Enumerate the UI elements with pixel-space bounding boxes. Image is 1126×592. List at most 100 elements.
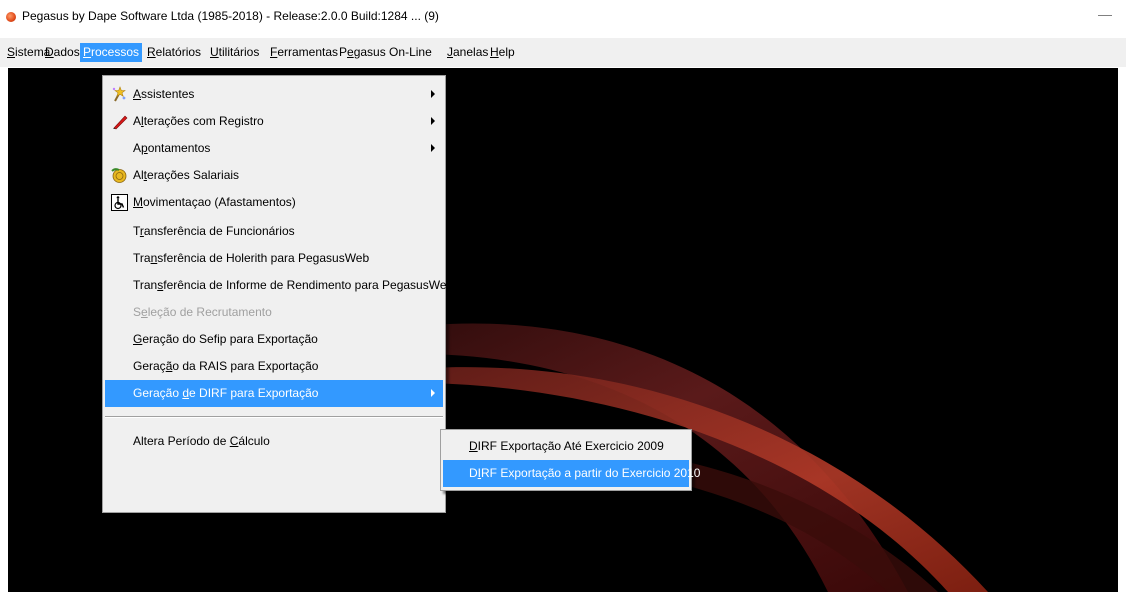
menu-item-label: Altera Período de Cálculo [133, 428, 270, 455]
menu-item-alteracoes-com-registro[interactable]: Alterações com Registro [105, 108, 443, 135]
mnemonic-letter: p [141, 141, 148, 155]
label-prefix: P [339, 45, 348, 59]
pencil-icon [111, 113, 128, 130]
menu-item-geracao-rais[interactable]: Geração da RAIS para Exportação [105, 353, 443, 380]
label-rest: erramentas [277, 45, 339, 59]
mnemonic-letter: A [133, 87, 142, 101]
label-prefix: S [133, 305, 142, 319]
label-prefix: A [133, 114, 142, 128]
label-rest: gasus On-Line [353, 45, 432, 59]
label-rest: terações com Registro [143, 114, 264, 128]
minimize-button[interactable]: — [1098, 6, 1112, 22]
menu-utilitarios[interactable]: Utilitários [207, 44, 262, 61]
mnemonic-letter: e [347, 45, 354, 59]
menu-item-label: Movimentaçao (Afastamentos) [133, 189, 296, 216]
label-rest: RF Exportação a partir do Exercicio 2010 [481, 466, 701, 480]
menu-pegasus-online[interactable]: Pegasus On-Line [336, 44, 435, 61]
submenu-arrow-icon [431, 90, 435, 98]
mnemonic-letter: e [141, 305, 148, 319]
label-rest: ontamentos [147, 141, 211, 155]
menu-ferramentas[interactable]: Ferramentas [267, 44, 341, 61]
label-prefix: Geração [133, 386, 183, 400]
menu-item-label: Alterações com Registro [133, 108, 264, 135]
label-rest: eração do Sefip para Exportação [142, 332, 318, 346]
menu-item-label: Assistentes [133, 81, 194, 108]
app-logo-icon [6, 12, 16, 22]
menu-dados[interactable]: Dados [42, 44, 83, 61]
menu-item-label: Transferência de Holerith para PegasusWe… [133, 245, 369, 272]
submenu-arrow-icon [431, 117, 435, 125]
label-rest: IRF Exportação Até Exercicio 2009 [477, 439, 664, 453]
submenu-arrow-icon [431, 144, 435, 152]
menu-item-label: Seleção de Recrutamento [133, 299, 272, 326]
mnemonic-letter: U [210, 45, 219, 59]
label-rest: sferência de Holerith para PegasusWeb [157, 251, 370, 265]
wizard-icon [111, 86, 128, 103]
menu-item-selecao-recrutamento: Seleção de Recrutamento [105, 299, 443, 326]
submenu-arrow-icon [431, 389, 435, 397]
mnemonic-letter: H [490, 45, 499, 59]
menu-bar: Sistema Dados Processos Relatórios Utilitári… [0, 38, 1126, 67]
menu-item-label: Geração do Sefip para Exportação [133, 326, 318, 353]
mnemonic-letter: G [133, 332, 143, 346]
title-bar: Pegasus by Dape Software Ltda (1985-2018… [0, 0, 1126, 38]
menu-item-label: Transferência de Funcionários [133, 218, 295, 245]
label-prefix: Tran [133, 278, 158, 292]
label-rest: erações Salariais [147, 168, 240, 182]
menu-item-alteracoes-salariais[interactable]: Alterações Salariais [105, 162, 443, 189]
label-prefix: Altera Período de [133, 434, 230, 448]
menu-item-label: Apontamentos [133, 135, 210, 162]
label-rest: o da RAIS para Exportação [172, 359, 319, 373]
menu-item-transferencia-informe-rendimento[interactable]: Transferência de Informe de Rendimento p… [105, 272, 453, 299]
label-rest: ansferência de Funcionários [143, 224, 295, 238]
submenu-item-label: DIRF Exportação a partir do Exercicio 20… [469, 460, 700, 487]
submenu-item-dirf-ate-2009[interactable]: DIRF Exportação Até Exercicio 2009 [443, 433, 689, 460]
mnemonic-letter: D [45, 45, 54, 59]
menu-item-label: Geração da RAIS para Exportação [133, 353, 318, 380]
wheelchair-icon [111, 194, 128, 211]
menu-item-label: Transferência de Informe de Rendimento p… [133, 272, 453, 299]
menu-janelas[interactable]: Janelas [444, 44, 491, 61]
label-rest: rocessos [91, 45, 140, 59]
label-prefix: Tra [133, 251, 151, 265]
mnemonic-letter: P [83, 45, 92, 59]
menu-help[interactable]: Help [487, 44, 518, 61]
menu-processos[interactable]: Processos [80, 43, 143, 62]
label-rest: elp [498, 45, 515, 59]
menu-separator [105, 416, 443, 418]
label-rest: e DIRF para Exportação [189, 386, 319, 400]
label-prefix: T [133, 224, 140, 238]
label-rest: ssistentes [141, 87, 195, 101]
label-rest: ovimentaçao (Afastamentos) [143, 195, 296, 209]
menu-item-label: Geração de DIRF para Exportação [133, 380, 318, 407]
menu-item-geracao-dirf[interactable]: Geração de DIRF para Exportação [105, 380, 443, 407]
submenu-item-label: DIRF Exportação Até Exercicio 2009 [469, 433, 664, 460]
label-prefix: Geraç [133, 359, 166, 373]
label-prefix: A [133, 141, 142, 155]
label-prefix: Al [133, 168, 144, 182]
label-rest: ados [53, 45, 80, 59]
money-icon [111, 167, 128, 184]
menu-item-apontamentos[interactable]: Apontamentos [105, 135, 443, 162]
label-rest: tilitários [218, 45, 260, 59]
label-rest: leção de Recrutamento [147, 305, 272, 319]
menu-item-transferencia-holerith[interactable]: Transferência de Holerith para PegasusWe… [105, 245, 443, 272]
label-rest: elatórios [155, 45, 202, 59]
menu-item-transferencia-funcionarios[interactable]: Transferência de Funcionários [105, 218, 443, 245]
menu-relatorios[interactable]: Relatórios [144, 44, 204, 61]
mnemonic-letter: R [147, 45, 156, 59]
menu-item-movimentacao-afastamentos[interactable]: Movimentaçao (Afastamentos) [105, 189, 443, 216]
menu-item-geracao-sefip[interactable]: Geração do Sefip para Exportação [105, 326, 443, 353]
label-prefix: D [469, 466, 478, 480]
submenu-item-dirf-a-partir-2010[interactable]: DIRF Exportação a partir do Exercicio 20… [443, 460, 700, 487]
window-title: Pegasus by Dape Software Ltda (1985-2018… [22, 9, 439, 23]
label-rest: álculo [238, 434, 270, 448]
label-rest: ferência de Informe de Rendimento para P… [163, 278, 454, 292]
mnemonic-letter: D [469, 439, 478, 453]
menu-item-assistentes[interactable]: Assistentes [105, 81, 443, 108]
menu-item-label: Alterações Salariais [133, 162, 239, 189]
menu-item-altera-periodo-calculo[interactable]: Altera Período de Cálculo [105, 428, 443, 455]
mnemonic-letter: M [133, 195, 143, 209]
processos-dropdown-menu: Assistentes Alterações com Registro Aponta… [102, 75, 453, 513]
mnemonic-letter: S [7, 45, 16, 59]
